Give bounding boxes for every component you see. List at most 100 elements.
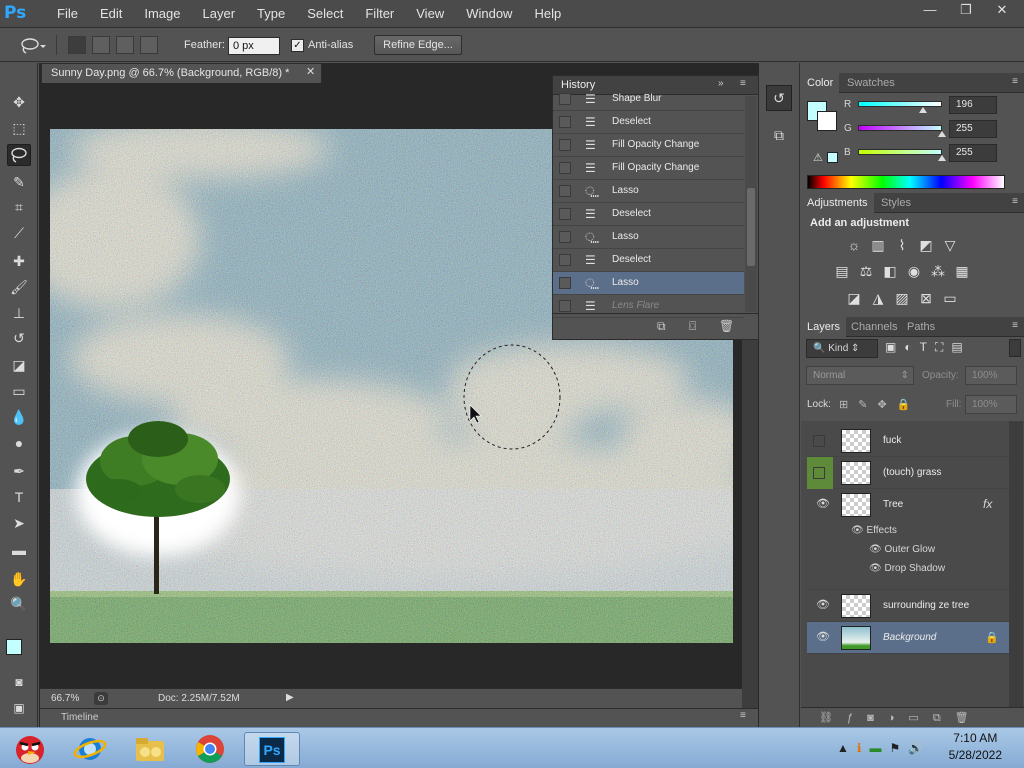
- delete-layer-icon[interactable]: 🗑: [955, 708, 969, 727]
- photo-filter-icon[interactable]: ◉: [905, 262, 923, 280]
- menu-filter[interactable]: Filter: [354, 0, 405, 28]
- fill-input[interactable]: 100%: [965, 395, 1017, 414]
- channel-g-thumb[interactable]: [938, 131, 946, 137]
- tab-paths[interactable]: Paths: [901, 317, 941, 337]
- screen-mode-icon[interactable]: ▣: [7, 697, 31, 719]
- history-source-checkbox[interactable]: [559, 208, 571, 220]
- history-state[interactable]: ☰ Shape Blur: [553, 88, 744, 111]
- layer-thumbnail[interactable]: [841, 594, 871, 618]
- layer-row[interactable]: fuck: [807, 425, 1010, 457]
- quick-selection-tool-icon[interactable]: ✎: [7, 171, 31, 193]
- eyedropper-tool-icon[interactable]: ⟋: [7, 222, 31, 244]
- menu-image[interactable]: Image: [133, 0, 191, 28]
- layer-thumbnail[interactable]: [841, 626, 871, 650]
- eraser-tool-icon[interactable]: ◪: [7, 354, 31, 376]
- new-selection-button[interactable]: [68, 36, 86, 54]
- close-tab-icon[interactable]: ✕: [306, 65, 315, 78]
- layers-scrollbar[interactable]: [1009, 421, 1023, 707]
- healing-brush-tool-icon[interactable]: ✚: [7, 250, 31, 272]
- minimize-button[interactable]: —: [912, 0, 948, 20]
- antialias-checkbox[interactable]: ✓: [291, 39, 304, 52]
- curves-icon[interactable]: ⌇: [893, 236, 911, 254]
- history-source-checkbox[interactable]: [559, 139, 571, 151]
- menu-type[interactable]: Type: [246, 0, 296, 28]
- filter-type-icon[interactable]: T: [920, 340, 927, 355]
- feather-input[interactable]: [228, 37, 280, 55]
- background-color-preview[interactable]: [817, 111, 837, 131]
- document-tab[interactable]: Sunny Day.png @ 66.7% (Background, RGB/8…: [41, 63, 322, 83]
- quick-mask-icon[interactable]: ◙: [7, 671, 31, 693]
- menu-edit[interactable]: Edit: [89, 0, 133, 28]
- history-source-checkbox[interactable]: [559, 162, 571, 174]
- tab-adjustments[interactable]: Adjustments: [801, 193, 874, 213]
- tab-styles[interactable]: Styles: [875, 193, 917, 213]
- brightness-contrast-icon[interactable]: ☼: [845, 236, 863, 254]
- new-document-from-state-icon[interactable]: ⧉: [657, 319, 666, 334]
- channel-r-input[interactable]: 196: [949, 96, 997, 114]
- eye-icon[interactable]: 👁: [815, 598, 831, 614]
- lock-image-icon[interactable]: ✎: [858, 398, 867, 411]
- photoshop-taskbar-icon[interactable]: Ps: [244, 732, 300, 766]
- channel-mixer-icon[interactable]: ⁂: [929, 262, 947, 280]
- vibrance-icon[interactable]: ▽: [941, 236, 959, 254]
- layer-row[interactable]: 👁 surrounding ze tree: [807, 590, 1010, 622]
- subtract-from-selection-button[interactable]: [116, 36, 134, 54]
- lock-all-icon[interactable]: 🔒: [897, 398, 911, 411]
- layer-name[interactable]: (touch) grass: [883, 467, 941, 478]
- gamut-warning-icon[interactable]: ⚠: [813, 151, 823, 164]
- history-source-checkbox[interactable]: [559, 277, 571, 289]
- layer-name[interactable]: Tree: [883, 499, 903, 510]
- tool-presets-dock-icon[interactable]: ⧉: [766, 123, 792, 149]
- filter-pixel-icon[interactable]: ▣: [885, 340, 896, 355]
- status-menu-arrow-icon[interactable]: ▶: [286, 692, 294, 703]
- web-safe-color-swatch[interactable]: [827, 152, 838, 163]
- close-button[interactable]: ✕: [984, 0, 1020, 20]
- layer-name[interactable]: fuck: [883, 435, 901, 446]
- intersect-selection-button[interactable]: [140, 36, 158, 54]
- history-scroll-thumb[interactable]: [747, 188, 755, 266]
- new-adjustment-layer-icon[interactable]: ◑: [888, 708, 895, 727]
- gradient-map-icon[interactable]: ▭: [941, 289, 959, 307]
- history-state[interactable]: ⵿ Lasso: [553, 272, 744, 295]
- clone-stamp-tool-icon[interactable]: ⊥: [7, 302, 31, 324]
- lock-position-icon[interactable]: ✥: [877, 398, 886, 411]
- network-icon[interactable]: ▬: [869, 741, 881, 755]
- eye-icon[interactable]: 👁: [851, 525, 866, 536]
- layer-effects-group[interactable]: 👁 Effects: [851, 525, 897, 536]
- dodge-tool-icon[interactable]: ●: [7, 432, 31, 454]
- system-clock[interactable]: 7:10 AM 5/28/2022: [949, 730, 1002, 764]
- opacity-input[interactable]: 100%: [965, 366, 1017, 385]
- restore-button[interactable]: ❐: [948, 0, 984, 20]
- history-state[interactable]: ☰ Fill Opacity Change: [553, 134, 744, 157]
- exposure-icon[interactable]: ◩: [917, 236, 935, 254]
- lasso-tool-preset-icon[interactable]: [18, 37, 46, 55]
- channel-b-thumb[interactable]: [938, 155, 946, 161]
- tab-swatches[interactable]: Swatches: [841, 73, 901, 93]
- history-state[interactable]: ☰ Fill Opacity Change: [553, 157, 744, 180]
- refine-edge-button[interactable]: Refine Edge...: [374, 35, 462, 55]
- menu-file[interactable]: File: [46, 0, 89, 28]
- history-state[interactable]: ☰ Deselect: [553, 249, 744, 272]
- layer-effect[interactable]: 👁 Outer Glow: [869, 544, 935, 555]
- adjustments-menu-icon[interactable]: ≡: [1012, 196, 1018, 207]
- layer-row[interactable]: 👁 Background 🔒: [807, 622, 1010, 654]
- visibility-toggle[interactable]: [813, 467, 825, 479]
- zoom-level[interactable]: 66.7%: [51, 693, 79, 704]
- eye-icon[interactable]: 👁: [869, 563, 884, 574]
- color-balance-icon[interactable]: ⚖: [857, 262, 875, 280]
- selective-color-icon[interactable]: ⊠: [917, 289, 935, 307]
- zoom-tool-icon[interactable]: 🔍: [7, 593, 31, 615]
- blur-tool-icon[interactable]: 💧: [7, 406, 31, 428]
- history-source-checkbox[interactable]: [559, 231, 571, 243]
- black-white-icon[interactable]: ◧: [881, 262, 899, 280]
- layers-menu-icon[interactable]: ≡: [1012, 320, 1018, 331]
- type-tool-icon[interactable]: T: [7, 486, 31, 508]
- volume-icon[interactable]: 🔊: [908, 741, 923, 755]
- tab-channels[interactable]: Channels: [845, 317, 903, 337]
- threshold-icon[interactable]: ▨: [893, 289, 911, 307]
- history-state[interactable]: ☰ Deselect: [553, 111, 744, 134]
- hand-tool-icon[interactable]: ✋: [7, 568, 31, 590]
- lock-transparency-icon[interactable]: ⊞: [839, 398, 848, 411]
- filter-adjustment-icon[interactable]: ◐: [904, 340, 911, 355]
- foreground-color-swatch[interactable]: [6, 639, 22, 655]
